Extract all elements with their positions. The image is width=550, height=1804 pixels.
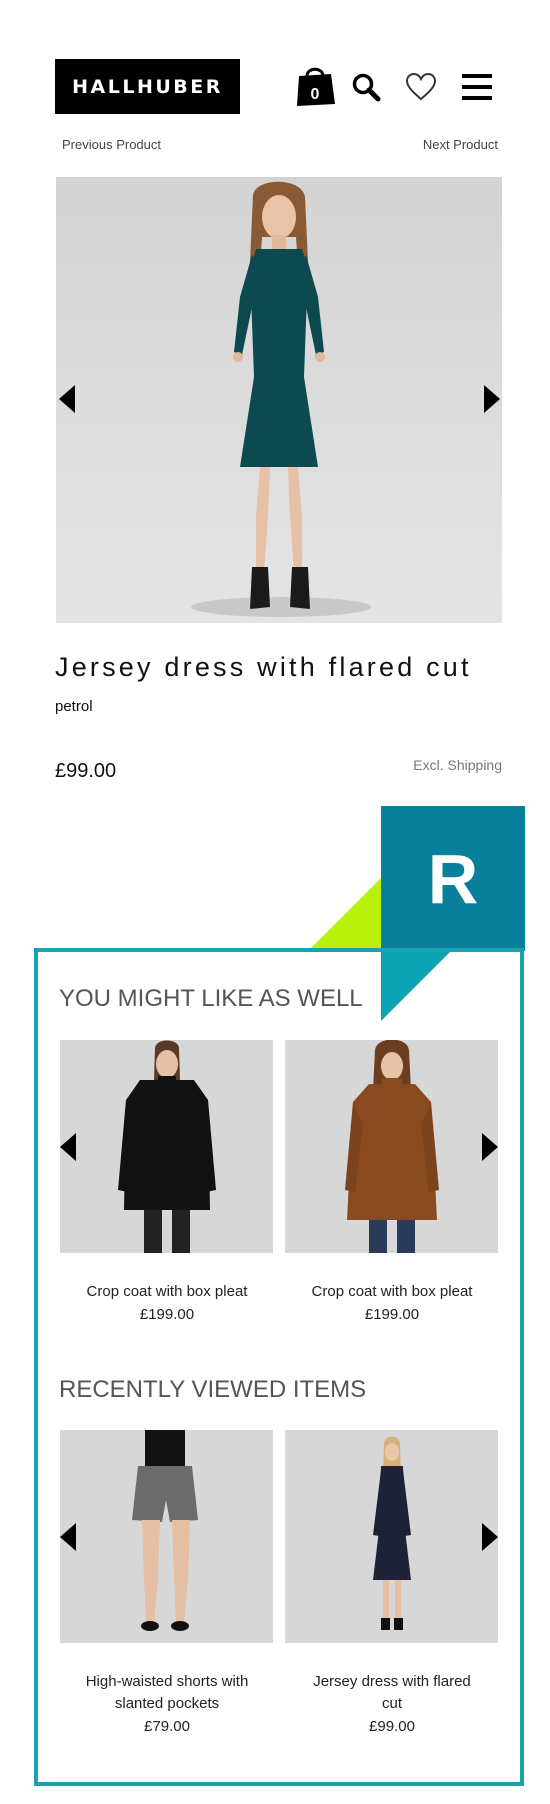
- carousel-next-arrow-icon[interactable]: [482, 1133, 498, 1161]
- next-product-link[interactable]: Next Product: [423, 137, 498, 152]
- product-tile-name[interactable]: High-waisted shorts with slanted pockets: [52, 1671, 282, 1715]
- search-icon[interactable]: [351, 72, 381, 102]
- product-tile-name[interactable]: Crop coat with box pleat: [52, 1281, 282, 1303]
- recommendation-badge: R: [381, 806, 525, 951]
- previous-product-link[interactable]: Previous Product: [62, 137, 161, 152]
- badge-accent-triangle: [310, 877, 382, 949]
- product-title: Jersey dress with flared cut: [55, 652, 472, 682]
- recently-viewed-title: RECENTLY VIEWED ITEMS: [59, 1376, 367, 1403]
- you-might-like-title: YOU MIGHT LIKE AS WELL: [59, 985, 363, 1012]
- badge-fold-triangle: [381, 951, 451, 1021]
- product-tile-price: £199.00: [139, 1306, 195, 1323]
- shopping-bag-icon[interactable]: 0: [294, 64, 336, 108]
- product-image: [56, 177, 502, 623]
- hero-prev-arrow-icon[interactable]: [59, 385, 75, 413]
- product-tile-image[interactable]: [285, 1040, 498, 1253]
- shipping-note: Excl. Shipping: [413, 757, 502, 773]
- carousel-prev-arrow-icon[interactable]: [60, 1133, 76, 1161]
- cart-count: 0: [311, 86, 320, 103]
- heart-icon[interactable]: [405, 72, 437, 102]
- product-tile-image[interactable]: [285, 1430, 498, 1643]
- brand-logo[interactable]: HALLHUBER: [55, 59, 240, 114]
- product-tile-name[interactable]: Crop coat with box pleat: [277, 1281, 507, 1303]
- product-tile-price: £199.00: [364, 1306, 420, 1323]
- product-color: petrol: [55, 698, 93, 715]
- carousel-next-arrow-icon[interactable]: [482, 1523, 498, 1551]
- menu-icon[interactable]: [461, 72, 493, 102]
- hero-next-arrow-icon[interactable]: [484, 385, 500, 413]
- product-tile-image[interactable]: [60, 1430, 273, 1643]
- product-tile-image[interactable]: [60, 1040, 273, 1253]
- product-tile-name[interactable]: Jersey dress with flared cut: [277, 1671, 507, 1715]
- product-tile-price: £79.00: [144, 1718, 190, 1735]
- product-tile-price: £99.00: [369, 1718, 415, 1735]
- product-price: £99.00: [55, 760, 117, 782]
- carousel-prev-arrow-icon[interactable]: [60, 1523, 76, 1551]
